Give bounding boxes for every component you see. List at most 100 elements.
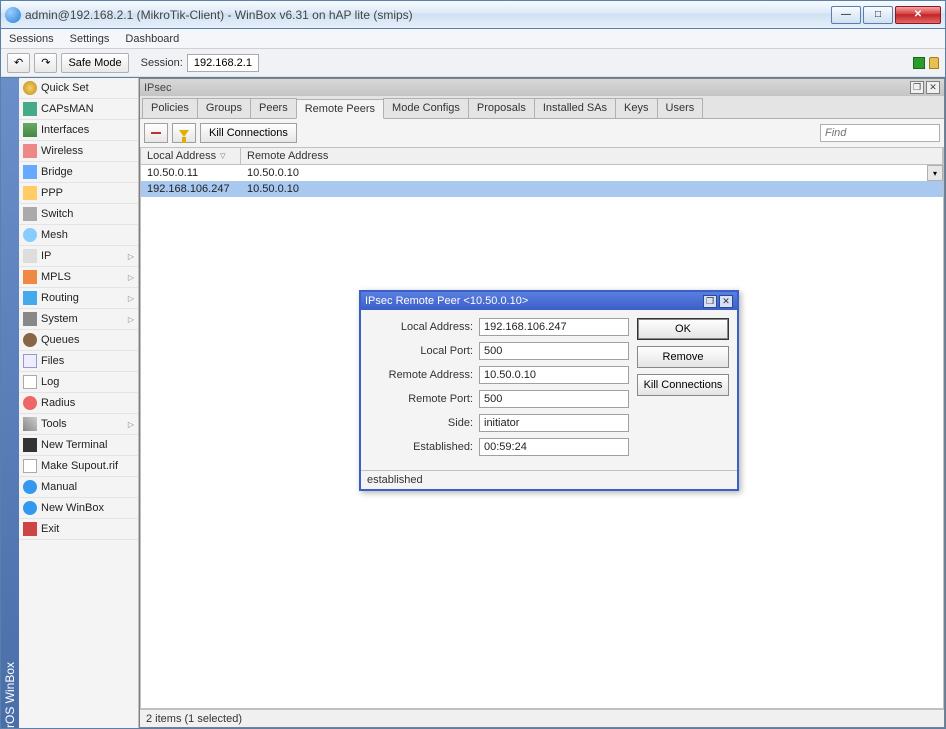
tab-keys[interactable]: Keys <box>615 98 657 118</box>
submenu-caret-icon: ▷ <box>128 252 134 261</box>
sidebar-item-wireless[interactable]: Wireless <box>19 141 138 162</box>
status-led-icon <box>913 57 925 69</box>
safe-mode-button[interactable]: Safe Mode <box>61 53 128 73</box>
dialog-remove-button[interactable]: Remove <box>637 346 729 368</box>
tab-policies[interactable]: Policies <box>142 98 198 118</box>
tab-peers[interactable]: Peers <box>250 98 297 118</box>
minimize-button[interactable]: — <box>831 6 861 24</box>
ok-button[interactable]: OK <box>637 318 729 340</box>
filter-button[interactable] <box>172 123 196 143</box>
wireless-icon <box>23 144 37 158</box>
cell-local-address: 10.50.0.11 <box>141 167 241 179</box>
remove-button[interactable] <box>144 123 168 143</box>
sidebar-item-routing[interactable]: Routing▷ <box>19 288 138 309</box>
sidebar-item-quick-set[interactable]: Quick Set <box>19 78 138 99</box>
dialog-restore-button[interactable]: ❐ <box>703 295 717 308</box>
undo-button[interactable]: ↶ <box>7 53 30 73</box>
tab-users[interactable]: Users <box>657 98 704 118</box>
sidebar-item-new-winbox[interactable]: New WinBox <box>19 498 138 519</box>
session-value[interactable]: 192.168.2.1 <box>187 54 259 72</box>
col-remote-address[interactable]: Remote Address <box>241 148 943 164</box>
tab-remote-peers[interactable]: Remote Peers <box>296 99 384 119</box>
tab-groups[interactable]: Groups <box>197 98 251 118</box>
table-row[interactable]: 192.168.106.24710.50.0.10 <box>141 181 943 197</box>
routing-icon <box>23 291 37 305</box>
maximize-button[interactable]: □ <box>863 6 893 24</box>
sidebar-item-exit[interactable]: Exit <box>19 519 138 540</box>
titlebar[interactable]: admin@192.168.2.1 (MikroTik-Client) - Wi… <box>1 1 945 29</box>
sidebar-item-tools[interactable]: Tools▷ <box>19 414 138 435</box>
sidebar-item-system[interactable]: System ▷ <box>19 309 138 330</box>
menu-sessions[interactable]: Sessions <box>9 33 54 45</box>
remote-address-field[interactable]: 10.50.0.10 <box>479 366 629 384</box>
menu-dashboard[interactable]: Dashboard <box>125 33 179 45</box>
tab-installed-sas[interactable]: Installed SAs <box>534 98 616 118</box>
dialog-kill-button[interactable]: Kill Connections <box>637 374 729 396</box>
ipsec-toolbar: Kill Connections <box>140 119 944 147</box>
sidebar-item-queues[interactable]: Queues <box>19 330 138 351</box>
submenu-caret-icon: ▷ <box>128 315 134 324</box>
sidebar: Quick Set CAPsMANInterfacesWireless Bridge… <box>19 78 139 728</box>
tools-icon <box>23 417 37 431</box>
sidebar-item-new-terminal[interactable]: New Terminal <box>19 435 138 456</box>
dialog-titlebar[interactable]: IPsec Remote Peer <10.50.0.10> ❐ ✕ <box>361 292 737 310</box>
sidebar-item-manual[interactable]: Manual <box>19 477 138 498</box>
brand-text: RouterOS WinBox <box>3 662 17 728</box>
capsman-icon <box>23 102 37 116</box>
cell-local-address: 192.168.106.247 <box>141 183 241 195</box>
cell-remote-address: 10.50.0.10 <box>241 183 305 195</box>
sidebar-item-label: Queues <box>41 334 80 346</box>
menubar: Sessions Settings Dashboard <box>1 29 945 49</box>
kill-connections-button[interactable]: Kill Connections <box>200 123 297 143</box>
sidebar-item-label: Files <box>41 355 64 367</box>
remote-peer-dialog: IPsec Remote Peer <10.50.0.10> ❐ ✕ Local… <box>359 290 739 491</box>
radius-icon <box>23 396 37 410</box>
mpls-icon <box>23 270 37 284</box>
app-window: admin@192.168.2.1 (MikroTik-Client) - Wi… <box>0 0 946 729</box>
sidebar-item-ip[interactable]: IP▷ <box>19 246 138 267</box>
col-local-address[interactable]: Local Address <box>141 148 241 164</box>
sidebar-item-label: Mesh <box>41 229 68 241</box>
sidebar-item-bridge[interactable]: Bridge <box>19 162 138 183</box>
sidebar-item-files[interactable]: Files <box>19 351 138 372</box>
sidebar-item-label: System <box>41 313 78 325</box>
established-field[interactable]: 00:59:24 <box>479 438 629 456</box>
local-address-field[interactable]: 192.168.106.247 <box>479 318 629 336</box>
cell-remote-address: 10.50.0.10 <box>241 167 305 179</box>
remote-port-field[interactable]: 500 <box>479 390 629 408</box>
local-port-field[interactable]: 500 <box>479 342 629 360</box>
sidebar-item-make-supout-rif[interactable]: Make Supout.rif <box>19 456 138 477</box>
find-input[interactable] <box>820 124 940 142</box>
window-title: admin@192.168.2.1 (MikroTik-Client) - Wi… <box>25 8 831 22</box>
close-button[interactable]: ✕ <box>895 6 941 24</box>
menu-settings[interactable]: Settings <box>70 33 110 45</box>
ipsec-titlebar[interactable]: IPsec ❐ ✕ <box>140 79 944 96</box>
sidebar-item-capsman[interactable]: CAPsMAN <box>19 99 138 120</box>
sidebar-item-switch[interactable]: Switch <box>19 204 138 225</box>
session-label: Session: <box>141 57 183 69</box>
sidebar-item-radius[interactable]: Radius <box>19 393 138 414</box>
ipsec-restore-button[interactable]: ❐ <box>910 81 924 94</box>
submenu-caret-icon: ▷ <box>128 273 134 282</box>
sidebar-item-mpls[interactable]: MPLS▷ <box>19 267 138 288</box>
ipsec-close-button[interactable]: ✕ <box>926 81 940 94</box>
dialog-close-button[interactable]: ✕ <box>719 295 733 308</box>
local-address-label: Local Address: <box>369 321 479 333</box>
sidebar-item-interfaces[interactable]: Interfaces <box>19 120 138 141</box>
sidebar-item-mesh[interactable]: Mesh <box>19 225 138 246</box>
tab-mode-configs[interactable]: Mode Configs <box>383 98 469 118</box>
side-field[interactable]: initiator <box>479 414 629 432</box>
submenu-caret-icon: ▷ <box>128 294 134 303</box>
sidebar-item-label: Bridge <box>41 166 73 178</box>
sidebar-item-label: Quick Set <box>41 82 89 94</box>
redo-button[interactable]: ↷ <box>34 53 57 73</box>
sidebar-item-ppp[interactable]: PPP <box>19 183 138 204</box>
tab-proposals[interactable]: Proposals <box>468 98 535 118</box>
files-icon <box>23 354 37 368</box>
sidebar-item-log[interactable]: Log <box>19 372 138 393</box>
queues-icon <box>23 333 37 347</box>
table-row[interactable]: 10.50.0.1110.50.0.10 <box>141 165 943 181</box>
remote-port-label: Remote Port: <box>369 393 479 405</box>
columns-dropdown-button[interactable]: ▾ <box>927 165 943 181</box>
ppp-icon <box>23 186 37 200</box>
